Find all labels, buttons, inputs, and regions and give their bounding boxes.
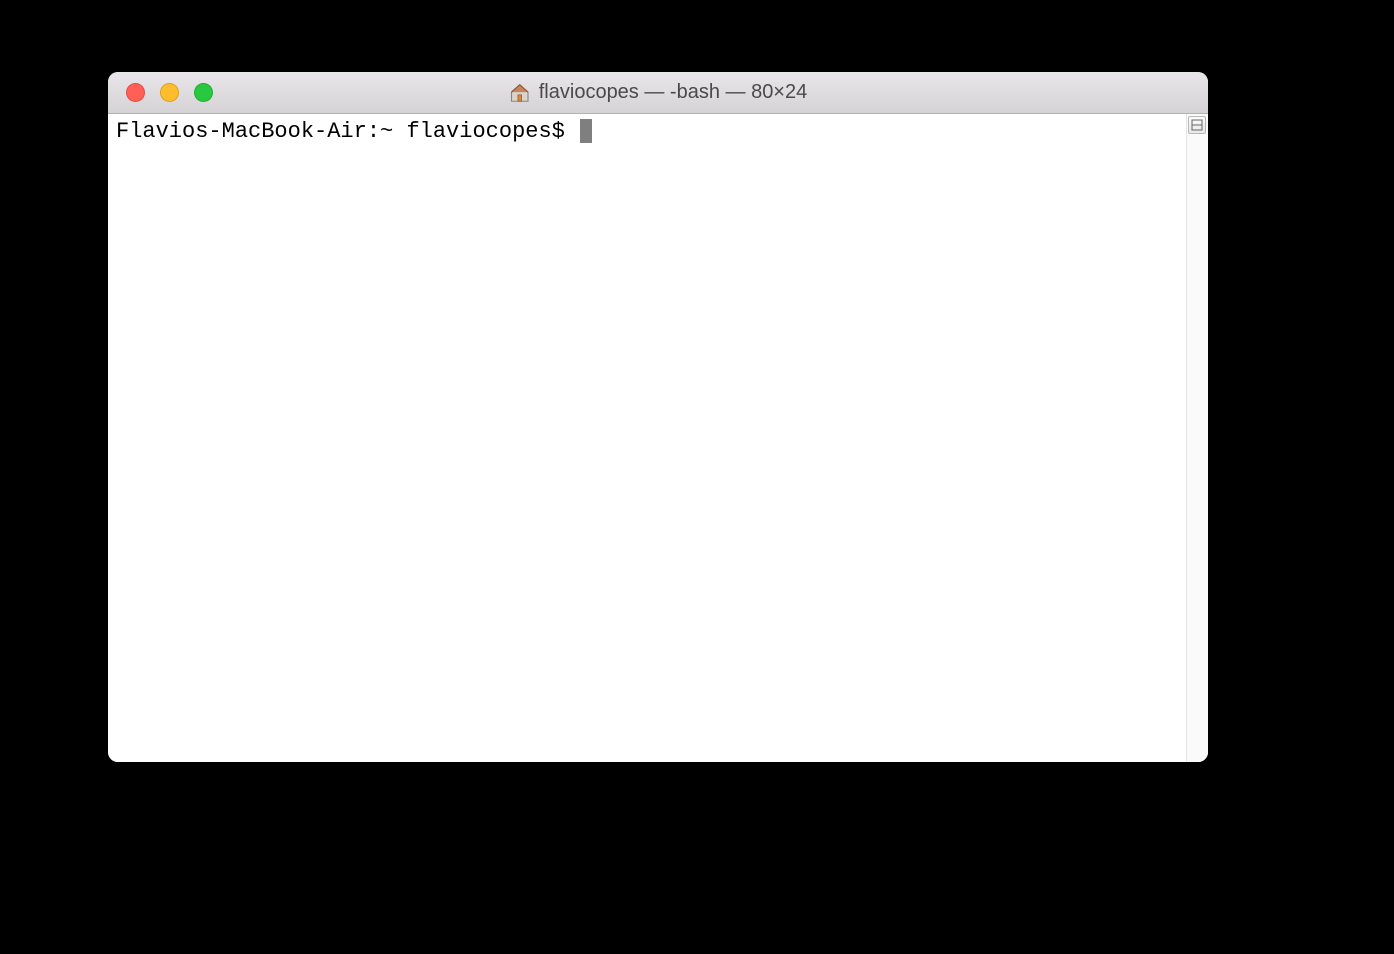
shell-prompt: Flavios-MacBook-Air:~ flaviocopes$: [116, 119, 578, 144]
terminal-content[interactable]: Flavios-MacBook-Air:~ flaviocopes$: [108, 114, 1186, 762]
window-title: flaviocopes — -bash — 80×24: [539, 81, 808, 104]
scrollbar-track[interactable]: [1186, 114, 1208, 762]
close-button[interactable]: [126, 83, 145, 102]
scrollbar-toggle-icon[interactable]: [1188, 116, 1206, 134]
home-icon: [509, 82, 531, 104]
minimize-button[interactable]: [160, 83, 179, 102]
cursor: [580, 119, 592, 143]
window-titlebar[interactable]: flaviocopes — -bash — 80×24: [108, 72, 1208, 114]
terminal-body: Flavios-MacBook-Air:~ flaviocopes$: [108, 114, 1208, 762]
window-title-container: flaviocopes — -bash — 80×24: [509, 81, 808, 104]
zoom-button[interactable]: [194, 83, 213, 102]
terminal-window: flaviocopes — -bash — 80×24 Flavios-MacB…: [108, 72, 1208, 762]
traffic-lights: [108, 83, 213, 102]
